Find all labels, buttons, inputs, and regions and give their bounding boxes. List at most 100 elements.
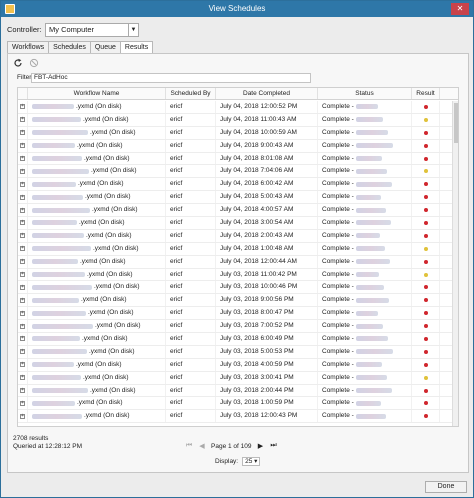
- expand-icon[interactable]: +: [20, 400, 25, 406]
- expand-icon[interactable]: +: [20, 323, 25, 329]
- tab-workflows[interactable]: Workflows: [7, 41, 50, 53]
- previous-page-icon[interactable]: ◀: [198, 442, 206, 450]
- workflow-name-cell: .yxmd (On disk): [28, 113, 166, 126]
- redacted-status: [355, 297, 389, 303]
- table-row[interactable]: + .yxmd (On disk) ericf July 03, 2018 8:00:…: [18, 307, 458, 321]
- table-row[interactable]: + .yxmd (On disk) ericf July 03, 2018 1:00:…: [18, 397, 458, 411]
- filter-input[interactable]: FBT-AdHoc: [31, 73, 311, 83]
- expand-icon[interactable]: +: [20, 168, 25, 174]
- expand-icon[interactable]: +: [20, 143, 25, 149]
- table-row[interactable]: + .yxmd (On disk) ericf July 03, 2018 7:00:…: [18, 320, 458, 334]
- table-row[interactable]: + .yxmd (On disk) ericf July 04, 2018 10:00…: [18, 126, 458, 140]
- expand-icon[interactable]: +: [20, 336, 25, 342]
- table-row[interactable]: + .yxmd (On disk) ericf July 04, 2018 5:00:…: [18, 191, 458, 205]
- workflow-name-text: .yxmd (On disk): [87, 270, 133, 278]
- table-row[interactable]: + .yxmd (On disk) ericf July 04, 2018 7:04:…: [18, 165, 458, 179]
- table-row[interactable]: + .yxmd (On disk) ericf July 04, 2018 11:00…: [18, 113, 458, 127]
- refresh-icon[interactable]: [13, 58, 23, 68]
- table-row[interactable]: + .yxmd (On disk) ericf July 04, 2018 2:00:…: [18, 229, 458, 243]
- expand-icon[interactable]: +: [20, 220, 25, 226]
- result-status-icon: [423, 208, 428, 213]
- row-expander-cell: +: [18, 204, 28, 217]
- workflow-name-cell: .yxmd (On disk): [28, 217, 166, 229]
- result-status-icon: [423, 169, 428, 174]
- expand-icon[interactable]: +: [20, 117, 25, 123]
- date-completed-cell: July 03, 2018 6:00:49 PM: [216, 333, 318, 345]
- display-count-dropdown[interactable]: 25 ▾: [242, 457, 261, 466]
- workflow-name-text: .yxmd (On disk): [77, 141, 123, 149]
- table-row[interactable]: + .yxmd (On disk) ericf July 03, 2018 4:00:…: [18, 358, 458, 372]
- controller-label: Controller:: [7, 25, 42, 34]
- expand-icon[interactable]: +: [20, 104, 25, 110]
- table-row[interactable]: + .yxmd (On disk) ericf July 03, 2018 12:00…: [18, 410, 458, 424]
- expand-icon[interactable]: +: [20, 259, 25, 265]
- table-row[interactable]: + .yxmd (On disk) ericf July 04, 2018 3:00:…: [18, 217, 458, 230]
- row-expander-cell: +: [18, 229, 28, 242]
- expand-icon[interactable]: +: [20, 130, 25, 136]
- close-button[interactable]: ✕: [451, 3, 469, 15]
- expand-icon[interactable]: +: [20, 375, 25, 381]
- table-row[interactable]: + .yxmd (On disk) ericf July 04, 2018 8:01:…: [18, 152, 458, 166]
- status-text: Complete -: [322, 309, 354, 317]
- table-row[interactable]: + .yxmd (On disk) ericf July 03, 2018 2:00:…: [18, 384, 458, 398]
- chevron-down-icon[interactable]: ▼: [128, 24, 138, 36]
- done-button[interactable]: Done: [425, 481, 467, 493]
- table-row[interactable]: + .yxmd (On disk) ericf July 04, 2018 12:00…: [18, 255, 458, 269]
- expand-icon[interactable]: +: [20, 284, 25, 290]
- display-count-value: 25: [245, 458, 253, 465]
- table-row[interactable]: + .yxmd (On disk) ericf July 03, 2018 11:00…: [18, 268, 458, 282]
- result-status-icon: [423, 285, 428, 290]
- expand-icon[interactable]: +: [20, 349, 25, 355]
- redacted-status: [355, 362, 382, 368]
- table-row[interactable]: + .yxmd (On disk) ericf July 03, 2018 3:00:…: [18, 371, 458, 385]
- tab-queue[interactable]: Queue: [89, 41, 121, 53]
- vertical-scrollbar[interactable]: [452, 101, 458, 426]
- redacted-name: [32, 130, 88, 136]
- expand-icon[interactable]: +: [20, 413, 25, 419]
- date-completed-cell: July 03, 2018 7:00:52 PM: [216, 320, 318, 333]
- expand-icon[interactable]: +: [20, 156, 25, 161]
- expand-icon[interactable]: +: [20, 310, 25, 316]
- table-row[interactable]: + .yxmd (On disk) ericf July 04, 2018 9:00:…: [18, 139, 458, 153]
- table-row[interactable]: + .yxmd (On disk) ericf July 03, 2018 10:00…: [18, 281, 458, 295]
- result-status-icon: [423, 375, 428, 380]
- status-text: Complete -: [322, 141, 354, 149]
- column-header-status[interactable]: Status: [318, 88, 412, 99]
- table-row[interactable]: + .yxmd (On disk) ericf July 04, 2018 6:00:…: [18, 178, 458, 192]
- result-status-icon: [423, 272, 428, 277]
- column-header-scheduled-by[interactable]: Scheduled By: [166, 88, 216, 99]
- next-page-icon[interactable]: ▶: [256, 442, 264, 450]
- expand-icon[interactable]: +: [20, 388, 25, 394]
- tab-schedules[interactable]: Schedules: [48, 41, 91, 53]
- table-row[interactable]: + .yxmd (On disk) ericf July 03, 2018 9:00:…: [18, 294, 458, 308]
- column-header-result[interactable]: Result: [412, 88, 440, 99]
- redacted-name: [32, 297, 79, 303]
- expand-icon[interactable]: +: [20, 362, 25, 368]
- scheduled-by-cell: ericf: [166, 242, 216, 255]
- workflow-name-cell: .yxmd (On disk): [28, 397, 166, 410]
- controller-dropdown[interactable]: My Computer ▼: [45, 23, 139, 37]
- expand-icon[interactable]: +: [20, 194, 25, 200]
- table-row[interactable]: + .yxmd (On disk) ericf July 04, 2018 12:00…: [18, 101, 458, 114]
- table-row[interactable]: + .yxmd (On disk) ericf July 03, 2018 5:00:…: [18, 345, 458, 359]
- cancel-icon[interactable]: [29, 58, 39, 68]
- expand-icon[interactable]: +: [20, 181, 25, 187]
- controller-value: My Computer: [49, 25, 95, 34]
- expand-icon[interactable]: +: [20, 272, 25, 278]
- table-row[interactable]: + .yxmd (On disk) ericf July 03, 2018 6:00:…: [18, 333, 458, 346]
- date-completed-cell: July 04, 2018 3:00:54 AM: [216, 217, 318, 229]
- status-cell: Complete -: [318, 320, 412, 333]
- expand-icon[interactable]: +: [20, 297, 25, 303]
- expand-icon[interactable]: +: [20, 233, 25, 239]
- redacted-status: [355, 117, 383, 123]
- expand-icon[interactable]: +: [20, 246, 25, 252]
- expand-icon[interactable]: +: [20, 207, 25, 213]
- column-header-date-completed[interactable]: Date Completed: [216, 88, 318, 99]
- table-row[interactable]: + .yxmd (On disk) ericf July 04, 2018 1:00:…: [18, 242, 458, 256]
- last-page-icon[interactable]: ⏭: [269, 442, 277, 450]
- scrollbar-thumb[interactable]: [454, 103, 458, 143]
- column-header-workflow-name[interactable]: Workflow Name: [28, 88, 166, 99]
- result-cell: [412, 139, 440, 152]
- first-page-icon[interactable]: ⏮: [185, 442, 193, 450]
- table-row[interactable]: + .yxmd (On disk) ericf July 04, 2018 4:00:…: [18, 204, 458, 218]
